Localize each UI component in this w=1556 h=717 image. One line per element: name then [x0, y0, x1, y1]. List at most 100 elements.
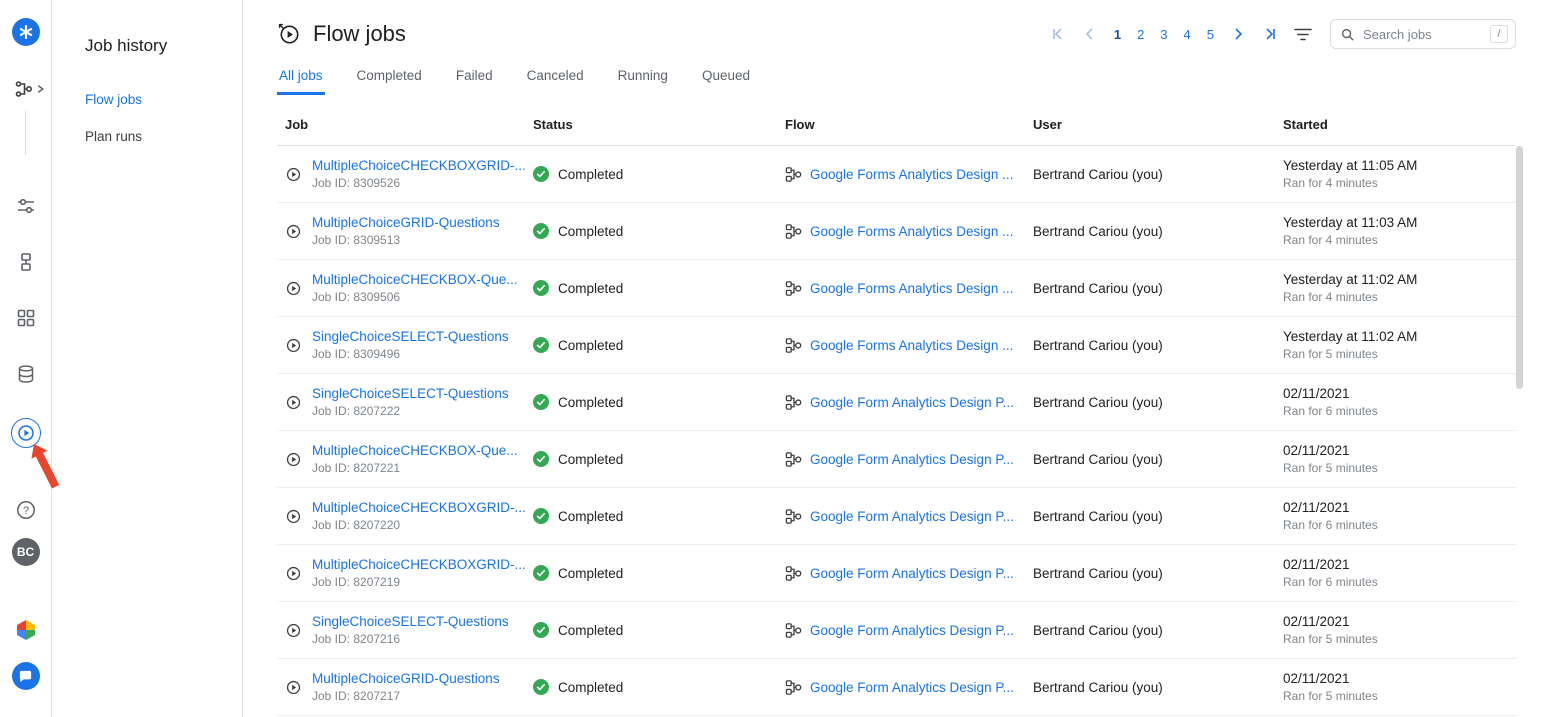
started-time: Yesterday at 11:03 AM [1283, 215, 1516, 230]
job-name-link[interactable]: MultipleChoiceCHECKBOX-Que... [312, 443, 518, 458]
table-row[interactable]: SingleChoiceSELECT-Questions Job ID: 830… [277, 317, 1516, 374]
status-completed-icon [533, 394, 549, 410]
flows-nav-icon[interactable] [14, 79, 45, 99]
vertical-scrollbar[interactable] [1516, 146, 1523, 389]
google-cloud-icon[interactable] [14, 618, 38, 642]
table-row[interactable]: SingleChoiceSELECT-Questions Job ID: 820… [277, 602, 1516, 659]
job-id: Job ID: 8207220 [312, 518, 525, 532]
sidebar-title: Job history [85, 36, 242, 56]
status-label: Completed [558, 452, 623, 467]
job-run-icon [285, 679, 302, 696]
column-header-started: Started [1275, 117, 1516, 132]
job-run-icon [285, 394, 302, 411]
plans-icon[interactable] [14, 250, 38, 274]
status-completed-icon [533, 508, 549, 524]
flow-link[interactable]: Google Form Analytics Design P... [810, 509, 1014, 524]
status-completed-icon [533, 337, 549, 353]
job-history-icon[interactable] [11, 418, 41, 448]
job-name-link[interactable]: MultipleChoiceCHECKBOXGRID-... [312, 500, 525, 515]
column-header-status: Status [525, 117, 777, 132]
flow-nodes-icon [14, 79, 34, 99]
flow-link[interactable]: Google Forms Analytics Design ... [810, 281, 1013, 296]
page-2-button[interactable]: 2 [1137, 27, 1144, 42]
flow-link[interactable]: Google Form Analytics Design P... [810, 395, 1014, 410]
first-page-button[interactable] [1050, 26, 1066, 42]
page-title: Flow jobs [313, 21, 406, 47]
chat-icon[interactable] [12, 662, 40, 690]
wrangle-icon[interactable] [14, 194, 38, 218]
job-name-link[interactable]: MultipleChoiceCHECKBOXGRID-... [312, 557, 525, 572]
templates-icon[interactable] [14, 306, 38, 330]
status-completed-icon [533, 565, 549, 581]
flow-link[interactable]: Google Form Analytics Design P... [810, 566, 1014, 581]
job-id: Job ID: 8309496 [312, 347, 509, 361]
flow-link[interactable]: Google Forms Analytics Design ... [810, 224, 1013, 239]
table-row[interactable]: MultipleChoiceCHECKBOXGRID-... Job ID: 8… [277, 146, 1516, 203]
tab-canceled[interactable]: Canceled [525, 62, 586, 95]
table-row[interactable]: MultipleChoiceCHECKBOXGRID-... Job ID: 8… [277, 488, 1516, 545]
flow-link[interactable]: Google Form Analytics Design P... [810, 452, 1014, 467]
tab-running[interactable]: Running [616, 62, 670, 95]
search-box: / [1330, 19, 1516, 49]
page-4-button[interactable]: 4 [1184, 27, 1191, 42]
flow-icon [785, 394, 802, 411]
flow-icon [785, 565, 802, 582]
run-duration: Ran for 6 minutes [1283, 518, 1516, 532]
table-header: Job Status Flow User Started [277, 105, 1516, 146]
table-row[interactable]: MultipleChoiceCHECKBOX-Que... Job ID: 83… [277, 260, 1516, 317]
next-page-button[interactable] [1230, 26, 1246, 42]
jobs-table: Job Status Flow User Started MultipleCho… [277, 105, 1516, 716]
flow-link[interactable]: Google Form Analytics Design P... [810, 680, 1014, 695]
filter-icon[interactable] [1294, 27, 1312, 42]
user-name: Bertrand Cariou (you) [1025, 452, 1275, 467]
job-name-link[interactable]: MultipleChoiceGRID-Questions [312, 671, 500, 686]
page-1-button[interactable]: 1 [1114, 27, 1121, 42]
job-name-link[interactable]: SingleChoiceSELECT-Questions [312, 386, 509, 401]
tab-failed[interactable]: Failed [454, 62, 495, 95]
job-name-link[interactable]: SingleChoiceSELECT-Questions [312, 329, 509, 344]
last-page-button[interactable] [1262, 26, 1278, 42]
user-avatar[interactable]: BC [12, 538, 40, 566]
sidebar-item-plan-runs[interactable]: Plan runs [85, 129, 242, 144]
connections-icon[interactable] [14, 362, 38, 386]
user-name: Bertrand Cariou (you) [1025, 566, 1275, 581]
sidebar-item-flow-jobs[interactable]: Flow jobs [85, 92, 242, 107]
rail-divider [25, 111, 26, 155]
job-name-link[interactable]: SingleChoiceSELECT-Questions [312, 614, 509, 629]
flow-link[interactable]: Google Forms Analytics Design ... [810, 338, 1013, 353]
flow-link[interactable]: Google Form Analytics Design P... [810, 623, 1014, 638]
job-name-link[interactable]: MultipleChoiceCHECKBOXGRID-... [312, 158, 525, 173]
table-row[interactable]: MultipleChoiceGRID-Questions Job ID: 830… [277, 203, 1516, 260]
app-logo[interactable] [12, 18, 40, 46]
flow-jobs-icon [277, 22, 301, 46]
job-run-icon [285, 223, 302, 240]
flow-icon [785, 280, 802, 297]
help-icon[interactable]: ? [14, 498, 38, 522]
run-duration: Ran for 5 minutes [1283, 347, 1516, 361]
tab-completed[interactable]: Completed [355, 62, 424, 95]
tab-queued[interactable]: Queued [700, 62, 752, 95]
table-row[interactable]: MultipleChoiceGRID-Questions Job ID: 820… [277, 659, 1516, 716]
flow-link[interactable]: Google Forms Analytics Design ... [810, 167, 1013, 182]
user-name: Bertrand Cariou (you) [1025, 623, 1275, 638]
table-row[interactable]: MultipleChoiceCHECKBOXGRID-... Job ID: 8… [277, 545, 1516, 602]
table-body: MultipleChoiceCHECKBOXGRID-... Job ID: 8… [277, 146, 1516, 716]
status-label: Completed [558, 167, 623, 182]
started-time: 02/11/2021 [1283, 671, 1516, 686]
run-duration: Ran for 4 minutes [1283, 233, 1516, 247]
page-5-button[interactable]: 5 [1207, 27, 1214, 42]
flow-icon [785, 622, 802, 639]
status-completed-icon [533, 166, 549, 182]
search-input[interactable] [1361, 26, 1484, 43]
job-name-link[interactable]: MultipleChoiceGRID-Questions [312, 215, 500, 230]
tab-all-jobs[interactable]: All jobs [277, 62, 325, 95]
column-header-user: User [1025, 117, 1275, 132]
run-duration: Ran for 5 minutes [1283, 632, 1516, 646]
job-id: Job ID: 8309513 [312, 233, 500, 247]
job-name-link[interactable]: MultipleChoiceCHECKBOX-Que... [312, 272, 518, 287]
prev-page-button[interactable] [1082, 26, 1098, 42]
page-3-button[interactable]: 3 [1160, 27, 1167, 42]
table-row[interactable]: MultipleChoiceCHECKBOX-Que... Job ID: 82… [277, 431, 1516, 488]
started-time: 02/11/2021 [1283, 443, 1516, 458]
table-row[interactable]: SingleChoiceSELECT-Questions Job ID: 820… [277, 374, 1516, 431]
